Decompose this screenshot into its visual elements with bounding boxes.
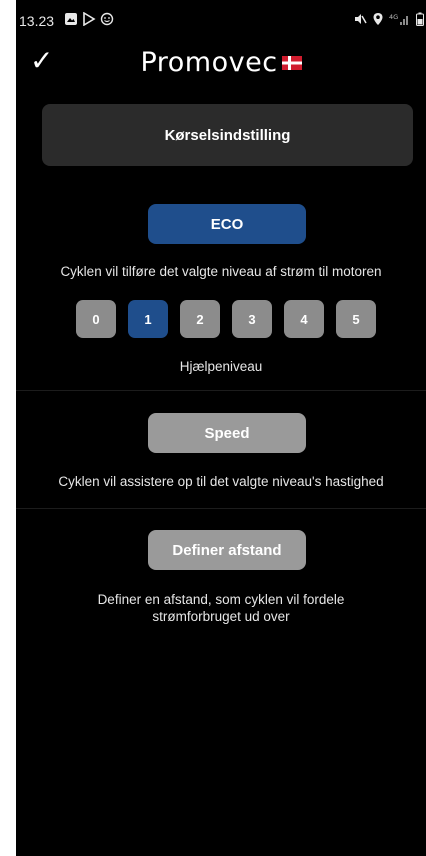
assist-level-selector: 0 1 2 3 4 5 bbox=[76, 300, 376, 338]
mute-icon bbox=[353, 12, 367, 26]
settings-header-card: Kørselsindstilling bbox=[42, 104, 413, 166]
section-divider bbox=[16, 508, 426, 509]
location-icon bbox=[372, 12, 384, 26]
assist-level-button[interactable]: 2 bbox=[180, 300, 220, 338]
distance-description-line2: strømforbruget ud over bbox=[152, 609, 290, 624]
eco-mode-button[interactable]: ECO bbox=[148, 204, 306, 244]
assist-level-button[interactable]: 0 bbox=[76, 300, 116, 338]
battery-icon bbox=[416, 12, 424, 26]
speed-mode-button[interactable]: Speed bbox=[148, 413, 306, 453]
distance-description-line1: Definer en afstand, som cyklen vil forde… bbox=[97, 592, 345, 607]
signal-icon: 4G bbox=[389, 12, 411, 26]
define-distance-button[interactable]: Definer afstand bbox=[148, 530, 306, 570]
status-bar: 13.23 4G bbox=[16, 0, 426, 40]
page-title: Kørselsindstilling bbox=[164, 126, 291, 144]
image-icon bbox=[64, 12, 78, 26]
svg-text:4G: 4G bbox=[389, 13, 398, 21]
brand-name: Promovec bbox=[140, 47, 278, 78]
speed-description: Cyklen vil assistere op til det valgte n… bbox=[58, 474, 384, 489]
app-screen: 13.23 4G ✓ Promovec Kørselsindstilling E… bbox=[16, 0, 426, 856]
assist-level-button[interactable]: 5 bbox=[336, 300, 376, 338]
section-divider bbox=[16, 390, 426, 391]
brand-logo: Promovec bbox=[16, 48, 426, 78]
assist-level-button[interactable]: 3 bbox=[232, 300, 272, 338]
danish-flag-icon bbox=[281, 47, 302, 77]
top-bar: ✓ Promovec bbox=[16, 40, 426, 86]
emoji-icon bbox=[100, 12, 114, 26]
assist-level-caption: Hjælpeniveau bbox=[179, 359, 263, 374]
status-time: 13.23 bbox=[19, 13, 55, 29]
play-store-icon bbox=[82, 12, 96, 26]
eco-description: Cyklen vil tilføre det valgte niveau af … bbox=[60, 264, 382, 279]
assist-level-button[interactable]: 4 bbox=[284, 300, 324, 338]
assist-level-button-selected[interactable]: 1 bbox=[128, 300, 168, 338]
